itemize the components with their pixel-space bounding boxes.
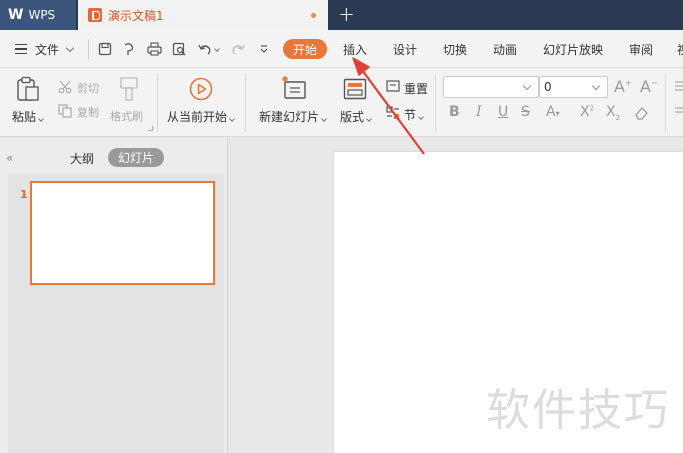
tab-outline[interactable]: 大纲 (70, 150, 94, 167)
wps-logo-icon: W (8, 7, 23, 23)
menu-icon[interactable] (14, 30, 28, 68)
eraser-icon[interactable] (634, 106, 648, 123)
superscript-icon[interactable]: X2 (580, 104, 594, 120)
document-icon (88, 8, 102, 22)
strikethrough-icon[interactable]: S (521, 104, 530, 120)
tab-transitions[interactable]: 切换 (443, 30, 467, 68)
subscript-icon[interactable]: X2 (606, 104, 620, 122)
slide-thumbnail[interactable] (30, 181, 215, 285)
play-icon[interactable] (189, 77, 213, 104)
unsaved-indicator (311, 13, 316, 18)
paragraph-icon[interactable] (672, 78, 683, 131)
title-bar: W WPS 演示文稿1 + (0, 0, 683, 30)
new-slide-label: 新建幻灯片 (259, 110, 320, 124)
reset-icon[interactable] (386, 80, 400, 97)
redo-icon[interactable] (229, 30, 247, 68)
divider (88, 39, 89, 59)
font-family-select[interactable] (443, 76, 539, 98)
tab-slides[interactable]: 幻灯片 (108, 148, 164, 167)
format-painter-icon[interactable] (118, 76, 140, 105)
bold-icon[interactable]: B (449, 104, 460, 120)
customize-dropdown-icon[interactable] (255, 30, 273, 68)
paste-format-icon[interactable] (120, 30, 138, 68)
format-painter-button[interactable]: 格式刷 (110, 108, 143, 124)
divider (245, 74, 246, 132)
section-label: 节 (404, 108, 417, 122)
tab-animation[interactable]: 动画 (493, 30, 517, 68)
preview-icon[interactable] (170, 30, 188, 68)
font-shrink-icon[interactable]: A− (640, 77, 658, 96)
copy-button[interactable]: 复制 (77, 104, 99, 120)
divider (665, 74, 666, 132)
tab-insert[interactable]: 插入 (343, 30, 367, 68)
tab-slideshow[interactable]: 幻灯片放映 (543, 30, 603, 68)
divider (435, 74, 436, 132)
save-icon[interactable] (96, 30, 114, 68)
ribbon: 粘贴 剪切 复制 格式刷 从当前开始 新建幻灯片 版式 重置 节 0 A+ A−… (0, 68, 683, 137)
chevron-down-icon (65, 43, 75, 52)
tab-design[interactable]: 设计 (393, 30, 417, 68)
cut-button[interactable]: 剪切 (77, 80, 99, 96)
font-color-icon[interactable]: A▾ (546, 104, 560, 120)
print-icon[interactable] (145, 30, 163, 68)
font-grow-icon[interactable]: A+ (614, 77, 632, 96)
italic-icon[interactable]: I (476, 104, 482, 120)
watermark: 软件技巧 (486, 385, 670, 436)
paste-button[interactable]: 粘贴 (12, 108, 44, 125)
new-tab-button[interactable]: + (338, 2, 355, 26)
slide-number: 1 (20, 188, 28, 201)
file-menu[interactable]: 文件 (35, 30, 75, 68)
underline-icon[interactable]: U (498, 104, 508, 120)
file-menu-label: 文件 (35, 42, 60, 57)
tab-review[interactable]: 审阅 (629, 30, 653, 68)
paste-label: 粘贴 (12, 110, 37, 124)
layout-label: 版式 (340, 110, 365, 124)
section-button[interactable]: 节 (404, 106, 424, 123)
wps-home-label: WPS (28, 8, 56, 22)
wps-home-tab[interactable]: W WPS (0, 0, 76, 30)
menu-bar: 文件 开始 插入 设计 切换 动画 幻灯片放映 审阅 视 (0, 30, 683, 68)
document-title: 演示文稿1 (108, 8, 164, 23)
slide-panel: « 大纲 幻灯片 1 (0, 138, 228, 453)
cut-icon[interactable] (58, 80, 72, 97)
tab-start[interactable]: 开始 (283, 39, 327, 59)
new-slide-icon[interactable] (281, 76, 307, 105)
new-slide-button[interactable]: 新建幻灯片 (259, 108, 327, 125)
copy-icon[interactable] (58, 104, 72, 121)
divider (157, 74, 158, 132)
layout-button[interactable]: 版式 (340, 108, 372, 125)
collapse-panel-icon[interactable]: « (6, 151, 13, 165)
paste-icon[interactable] (16, 76, 40, 105)
tab-view[interactable]: 视 (677, 30, 683, 68)
font-size-select[interactable]: 0 (539, 76, 608, 98)
font-size-value: 0 (544, 80, 552, 94)
section-icon[interactable] (386, 106, 400, 123)
document-tab[interactable]: 演示文稿1 (78, 0, 328, 30)
layout-icon[interactable] (343, 78, 367, 103)
from-current-label: 从当前开始 (167, 110, 228, 124)
clipboard-launcher-icon[interactable] (148, 126, 153, 131)
undo-dropdown-icon[interactable] (212, 30, 222, 68)
from-current-button[interactable]: 从当前开始 (167, 108, 235, 125)
reset-button[interactable]: 重置 (404, 80, 428, 97)
